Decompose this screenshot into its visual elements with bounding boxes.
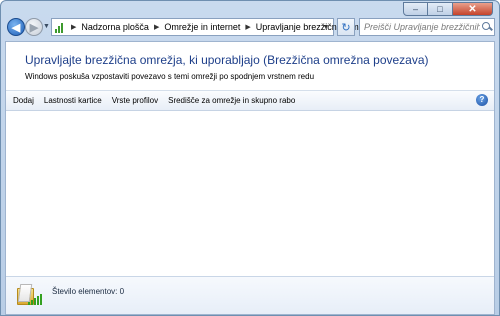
profile-types-button[interactable]: Vrste profilov: [107, 91, 163, 110]
address-dropdown-button[interactable]: ▼: [319, 19, 333, 35]
forward-button[interactable]: ▶: [25, 18, 43, 36]
recent-pages-button[interactable]: ▼: [43, 23, 50, 30]
breadcrumb-manage-wireless[interactable]: Upravljanje brezžičnih omrežij: [256, 22, 376, 32]
network-signal-icon: [55, 22, 63, 33]
network-list[interactable]: [6, 111, 494, 276]
details-pane: Število elementov: 0: [6, 276, 494, 314]
refresh-button[interactable]: ↻: [337, 18, 355, 36]
chevron-down-icon: ▼: [322, 23, 330, 31]
page-description: Windows poskuša vzpostaviti povezavo s t…: [25, 72, 315, 81]
adapter-properties-button[interactable]: Lastnosti kartice: [39, 91, 107, 110]
search-icon[interactable]: [480, 20, 494, 34]
refresh-icon: ↻: [341, 21, 351, 34]
explorer-window: – □ ✕ ◀ ▶ ▼ ▶ Nadzorna plošča ▶ Omrežje …: [0, 0, 500, 316]
item-count-label: Število elementov: 0: [52, 287, 125, 296]
arrow-right-icon: ▶: [29, 21, 39, 34]
minimize-button[interactable]: –: [403, 2, 428, 16]
add-button[interactable]: Dodaj: [6, 91, 39, 110]
search-input[interactable]: [360, 20, 480, 34]
help-icon[interactable]: ?: [476, 94, 488, 106]
arrow-left-icon: ◀: [11, 21, 21, 34]
chevron-right-icon: ▶: [71, 24, 77, 31]
chevron-right-icon: ▶: [245, 24, 251, 31]
search-box: [359, 18, 495, 36]
command-bar: Dodaj Lastnosti kartice Vrste profilov S…: [6, 90, 494, 111]
navigation-bar: ◀ ▶ ▼ ▶ Nadzorna plošča ▶ Omrežje in int…: [5, 16, 495, 40]
breadcrumb-control-panel[interactable]: Nadzorna plošča: [81, 22, 149, 32]
page-title: Upravljajte brezžična omrežja, ki uporab…: [25, 53, 429, 67]
title-bar: – □ ✕: [1, 1, 499, 16]
network-sharing-center-button[interactable]: Središče za omrežje in skupno rabo: [163, 91, 300, 110]
address-bar[interactable]: ▶ Nadzorna plošča ▶ Omrežje in internet …: [51, 18, 375, 36]
close-button[interactable]: ✕: [453, 2, 493, 16]
wireless-networks-folder-icon: [17, 284, 42, 306]
chevron-down-icon: ▼: [43, 23, 50, 30]
caption-buttons: – □ ✕: [403, 2, 493, 16]
content-pane: Upravljajte brezžična omrežja, ki uporab…: [5, 41, 495, 315]
breadcrumb-network-internet[interactable]: Omrežje in internet: [164, 22, 240, 32]
chevron-right-icon: ▶: [153, 24, 160, 31]
back-button[interactable]: ◀: [7, 18, 25, 36]
maximize-button[interactable]: □: [428, 2, 453, 16]
